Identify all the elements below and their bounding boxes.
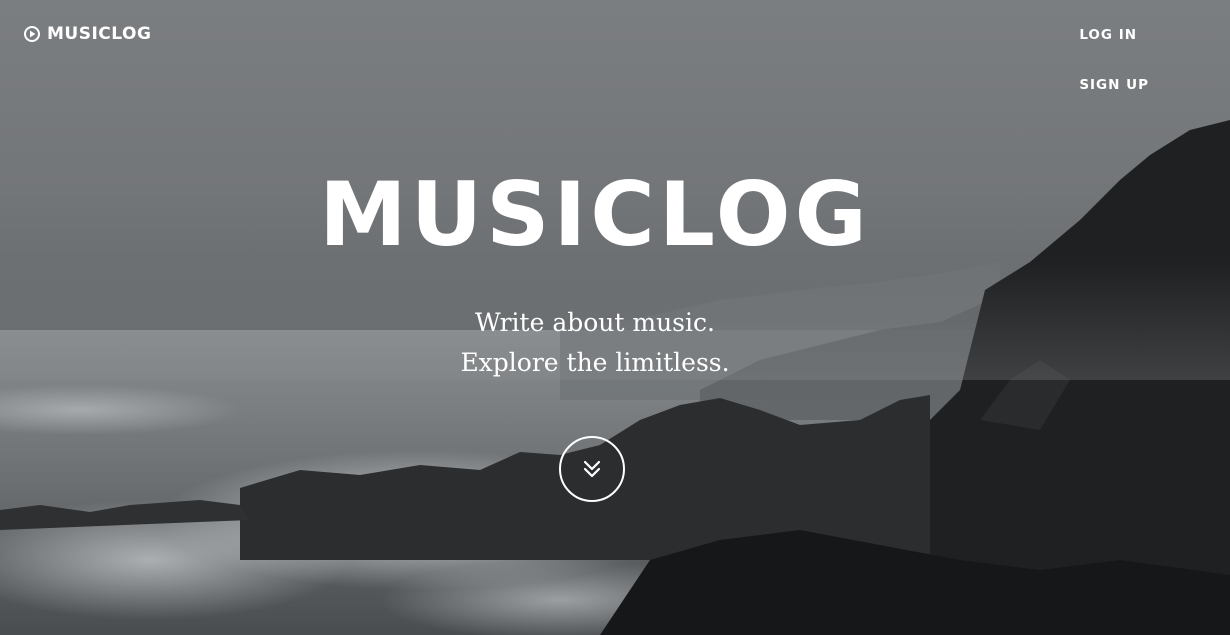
signup-link[interactable]: SIGN UP bbox=[1079, 75, 1149, 95]
double-chevron-down-icon bbox=[583, 460, 601, 478]
hero-tagline: Write about music. Explore the limitless… bbox=[0, 303, 1190, 383]
top-nav: LOG IN SIGN UP bbox=[1079, 25, 1149, 125]
login-link[interactable]: LOG IN bbox=[1079, 25, 1137, 45]
hero-section: MUSICLOG LOG IN SIGN UP MUSICLOG Write a… bbox=[0, 0, 1230, 635]
tagline-line-2: Explore the limitless. bbox=[460, 348, 730, 377]
hero-title: MUSICLOG bbox=[319, 163, 871, 266]
tagline-line-1: Write about music. bbox=[475, 308, 715, 337]
brand-label: MUSICLOG bbox=[47, 24, 152, 44]
scroll-down-button[interactable] bbox=[559, 436, 625, 502]
play-circle-icon bbox=[24, 26, 40, 42]
brand-link[interactable]: MUSICLOG bbox=[24, 24, 151, 44]
